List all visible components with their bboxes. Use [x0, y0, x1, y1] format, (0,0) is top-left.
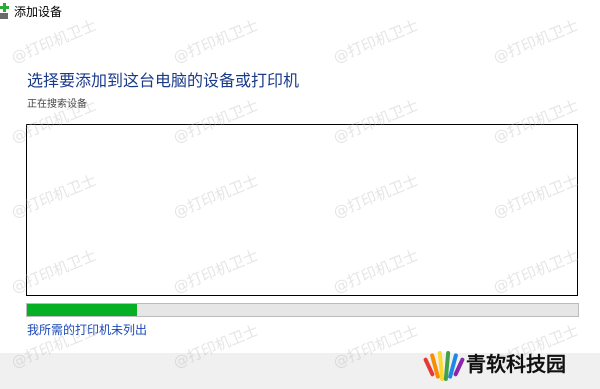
search-status: 正在搜索设备 [27, 99, 87, 110]
logo-text: 青软科技园 [466, 352, 566, 376]
logo: 青软科技园 [422, 343, 592, 387]
add-device-icon [0, 3, 9, 19]
search-progress-fill [27, 304, 138, 316]
window-title: 添加设备 [14, 5, 63, 19]
device-list[interactable] [26, 124, 578, 296]
search-progress-bar [26, 303, 579, 317]
page-heading: 选择要添加到这台电脑的设备或打印机 [27, 71, 300, 90]
logo-mark [423, 351, 465, 381]
printer-not-listed-link[interactable]: 我所需的打印机未列出 [27, 322, 147, 338]
title-bar: 添加设备 [0, 0, 600, 26]
